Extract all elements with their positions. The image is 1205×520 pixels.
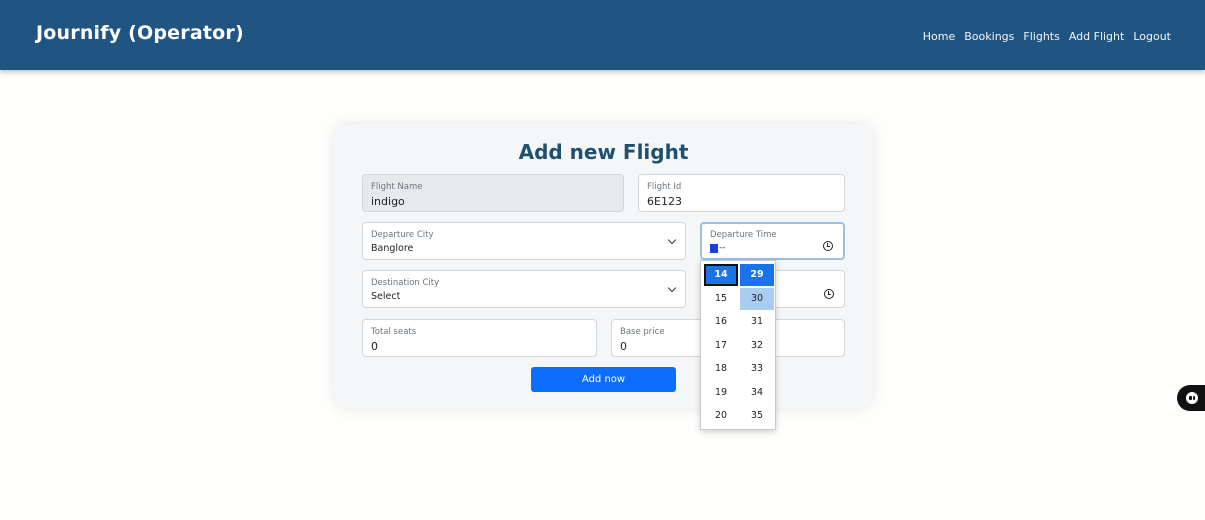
total-seats-label: Total seats [371,327,417,337]
minute-option[interactable]: 29 [740,264,774,286]
flight-id-field[interactable]: Flight Id 6E123 [638,174,845,212]
destination-city-value: Select [371,291,401,302]
destination-city-select[interactable]: Destination City Select [362,270,686,308]
base-price-label: Base price [620,327,665,337]
minutes-column: 29 30 31 32 33 34 35 [740,264,774,429]
flight-name-label: Flight Name [371,182,423,192]
nav-home-link[interactable]: Home [923,30,955,43]
total-seats-value: 0 [371,340,378,353]
hour-option[interactable]: 17 [704,335,738,357]
hour-option[interactable]: 16 [704,311,738,333]
add-flight-card: Add new Flight [334,124,873,408]
departure-city-select[interactable]: Departure City Banglore [362,222,686,260]
minute-option[interactable]: 34 [740,382,774,404]
nav-logout-link[interactable]: Logout [1133,30,1171,43]
add-now-button[interactable]: Add now [531,367,676,392]
hour-option[interactable]: 14 [704,264,738,286]
hour-option[interactable]: 20 [704,405,738,427]
flight-name-field[interactable]: Flight Name indigo [362,174,624,212]
flight-id-label: Flight Id [647,182,682,192]
clock-icon[interactable] [824,289,834,299]
hour-option[interactable]: 15 [704,288,738,310]
hour-option[interactable]: 18 [704,358,738,380]
flight-id-value: 6E123 [647,195,682,208]
page-title: Add new Flight [518,140,689,164]
nav-bookings-link[interactable]: Bookings [964,30,1014,43]
hour-segment[interactable] [710,243,718,253]
nav-flights-link[interactable]: Flights [1023,30,1059,43]
hour-option[interactable]: 19 [704,382,738,404]
base-price-value: 0 [620,340,627,353]
destination-city-label: Destination City [371,278,440,288]
minute-segment[interactable]: -- [719,243,726,253]
nav-add-flight-link[interactable]: Add Flight [1069,30,1125,43]
chat-bot-icon [1186,392,1198,404]
bot-eye-left [1189,396,1192,400]
departure-city-value: Banglore [371,243,414,254]
time-picker-dropdown: 14 15 16 17 18 19 20 29 30 31 32 33 34 3… [700,260,776,430]
minute-option[interactable]: 32 [740,335,774,357]
clock-icon[interactable] [823,241,833,251]
flight-name-value: indigo [371,195,405,208]
departure-time-label: Departure Time [710,230,777,240]
departure-city-label: Departure City [371,230,434,240]
minute-option[interactable]: 33 [740,358,774,380]
total-seats-field[interactable]: Total seats 0 [362,319,597,357]
departure-time-value: -- [710,243,726,253]
chevron-down-icon [667,235,677,245]
hours-column: 14 15 16 17 18 19 20 [704,264,738,429]
nav-links: Home Bookings Flights Add Flight Logout [914,30,1171,43]
departure-time-input[interactable]: Departure Time -- [700,222,845,260]
chevron-down-icon [667,283,677,293]
minute-option[interactable]: 35 [740,405,774,427]
app-title[interactable]: Journify (Operator) [36,22,244,44]
navbar: Journify (Operator) Home Bookings Flight… [0,0,1205,70]
minute-option[interactable]: 31 [740,311,774,333]
bot-eye-right [1192,396,1195,400]
minute-option[interactable]: 30 [740,287,774,310]
chat-bot-button[interactable] [1177,385,1205,411]
